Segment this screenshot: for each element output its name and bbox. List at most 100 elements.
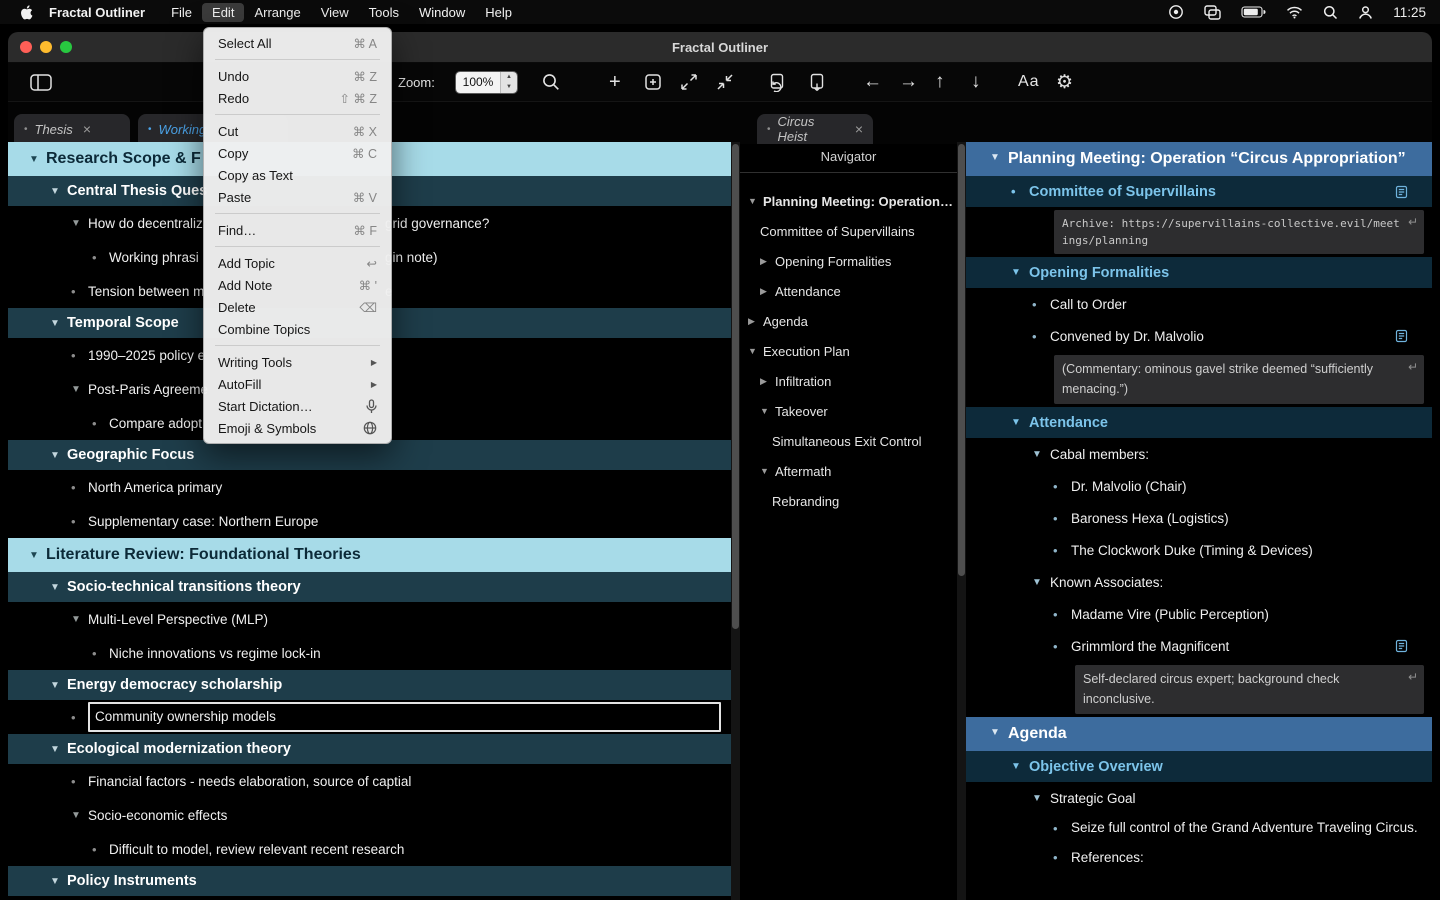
copy-topic-icon[interactable] <box>768 63 786 101</box>
menubar-item-tools[interactable]: Tools <box>359 3 409 22</box>
outline-topic[interactable]: •Baroness Hexa (Logistics) <box>966 502 1432 534</box>
disclosure-triangle-icon[interactable]: ▼ <box>50 318 67 329</box>
outline-note-row[interactable]: Self-declared circus expert; background … <box>966 662 1432 717</box>
close-tab-icon[interactable]: × <box>855 121 863 137</box>
navigator-item-attendance[interactable]: ▶Attendance <box>740 276 957 306</box>
note[interactable]: (Commentary: ominous gavel strike deemed… <box>1054 355 1424 404</box>
disclosure-triangle-icon[interactable]: ▼ <box>29 550 46 561</box>
menu-item-select-all[interactable]: Select All⌘ A <box>209 32 386 54</box>
outline-topic[interactable]: •Call to Order <box>966 288 1432 320</box>
outline-topic[interactable]: ▼Cabal members: <box>966 438 1432 470</box>
menu-item-undo[interactable]: Undo⌘ Z <box>209 65 386 87</box>
wifi-icon[interactable] <box>1286 6 1303 19</box>
outline-heading[interactable]: ▼Objective Overview <box>966 751 1432 782</box>
disclosure-triangle-icon[interactable]: ▼ <box>1032 577 1050 588</box>
outline-topic[interactable]: •Community ownership models <box>8 700 731 734</box>
menu-item-add-topic[interactable]: Add Topic↩ <box>209 252 386 274</box>
menu-item-find[interactable]: Find…⌘ F <box>209 219 386 241</box>
menu-item-paste[interactable]: Paste⌘ V <box>209 186 386 208</box>
menubar-item-view[interactable]: View <box>311 3 359 22</box>
disclosure-triangle-icon[interactable]: ▼ <box>748 196 763 206</box>
paste-topic-icon[interactable] <box>808 63 826 101</box>
menu-item-combine-topics[interactable]: Combine Topics <box>209 318 386 340</box>
menu-item-delete[interactable]: Delete⌫ <box>209 296 386 318</box>
navigator-item-simultaneous-exit-control[interactable]: Simultaneous Exit Control <box>740 426 957 456</box>
disclosure-triangle-icon[interactable]: ▼ <box>1011 417 1029 428</box>
navigator-item-rebranding[interactable]: Rebranding <box>740 486 957 516</box>
menu-item-redo[interactable]: Redo⇧ ⌘ Z <box>209 87 386 109</box>
menubar-app-name[interactable]: Fractal Outliner <box>39 3 155 22</box>
stage-manager-icon[interactable] <box>1204 5 1221 20</box>
disclosure-triangle-icon[interactable]: ▼ <box>71 614 88 625</box>
indent-icon[interactable]: → <box>899 63 918 101</box>
zoom-stepper[interactable]: 100% ▲▼ <box>455 63 518 101</box>
outline-topic[interactable]: •Niche innovations vs regime lock-in <box>8 636 731 670</box>
disclosure-triangle-icon[interactable]: ▼ <box>760 406 775 416</box>
menu-item-cut[interactable]: Cut⌘ X <box>209 120 386 142</box>
note[interactable]: Archive: https://supervillains-collectiv… <box>1054 210 1424 254</box>
settings-gear-icon[interactable]: ⚙ <box>1056 63 1073 101</box>
outline-heading[interactable]: ▼Socio-technical transitions theory <box>8 572 731 602</box>
menu-item-add-note[interactable]: Add Note⌘ ' <box>209 274 386 296</box>
disclosure-triangle-icon[interactable]: ▶ <box>760 256 775 267</box>
disclosure-triangle-icon[interactable]: ▶ <box>760 286 775 297</box>
outline-heading[interactable]: ▼Policy Instruments <box>8 866 731 896</box>
disclosure-triangle-icon[interactable]: ▼ <box>71 384 88 395</box>
text-format-button[interactable]: Aa <box>1018 63 1040 101</box>
disclosure-triangle-icon[interactable]: ▼ <box>990 727 1008 738</box>
outline-topic[interactable]: ▼Strategic Goal <box>966 782 1432 814</box>
outline-heading[interactable]: ▼Literature Review: Foundational Theorie… <box>8 538 731 572</box>
navigator-item-committee-of-supervillains[interactable]: Committee of Supervillains <box>740 216 957 246</box>
scrollbar-thumb[interactable] <box>732 144 739 629</box>
outline-topic[interactable]: •Grimmlord the Magnificent <box>966 630 1432 662</box>
outline-heading[interactable]: ▼Geographic Focus <box>8 440 731 470</box>
zoom-stepper-buttons[interactable]: ▲▼ <box>500 72 517 93</box>
spotlight-icon[interactable] <box>1323 5 1338 20</box>
disclosure-triangle-icon[interactable]: ▼ <box>50 744 67 755</box>
disclosure-triangle-icon[interactable]: ▼ <box>50 680 67 691</box>
search-icon[interactable] <box>542 63 560 101</box>
outline-topic[interactable]: •Supplementary case: Northern Europe <box>8 504 731 538</box>
disclosure-triangle-icon[interactable]: ▼ <box>1032 449 1050 460</box>
navigator-item-takeover[interactable]: ▼Takeover <box>740 396 957 426</box>
outline-heading[interactable]: ▼Energy democracy scholarship <box>8 670 731 700</box>
disclosure-triangle-icon[interactable]: ▼ <box>29 154 46 165</box>
outline-topic[interactable]: •North America primary <box>8 470 731 504</box>
disclosure-triangle-icon[interactable]: ▼ <box>50 450 67 461</box>
menu-item-copy[interactable]: Copy⌘ C <box>209 142 386 164</box>
outline-heading[interactable]: ▼Opening Formalities <box>966 257 1432 288</box>
minimize-window-button[interactable] <box>40 41 52 53</box>
scrollbar-left[interactable] <box>731 142 740 900</box>
outline-heading[interactable]: ▼Agenda <box>966 717 1432 751</box>
outline-topic[interactable]: •Financial factors - needs elaboration, … <box>8 764 731 798</box>
outline-topic[interactable]: •Difficult to model, review relevant rec… <box>8 832 731 866</box>
outline-topic[interactable]: ▼Socio-economic effects <box>8 798 731 832</box>
disclosure-triangle-icon[interactable]: ▼ <box>1011 761 1029 772</box>
outline-heading[interactable]: •Committee of Supervillains <box>966 176 1432 207</box>
sidebar-toggle-icon[interactable] <box>30 63 52 101</box>
menubar-item-edit[interactable]: Edit <box>202 3 244 22</box>
note-document-icon[interactable] <box>1395 330 1408 343</box>
menu-item-copy-as-text[interactable]: Copy as Text <box>209 164 386 186</box>
move-down-icon[interactable]: ↓ <box>971 63 981 101</box>
add-topic-icon[interactable]: + <box>609 63 621 101</box>
battery-icon[interactable] <box>1241 6 1266 18</box>
outline-topic[interactable]: •The Clockwork Duke (Timing & Devices) <box>966 534 1432 566</box>
tab-thesis[interactable]: • Thesis × <box>14 114 130 144</box>
disclosure-triangle-icon[interactable]: ▼ <box>50 876 67 887</box>
outline-topic[interactable]: ▼Multi-Level Perspective (MLP) <box>8 602 731 636</box>
user-switch-icon[interactable] <box>1358 5 1373 20</box>
outline-topic[interactable]: •Dr. Malvolio (Chair) <box>966 470 1432 502</box>
disclosure-triangle-icon[interactable]: ▼ <box>71 218 88 229</box>
note-document-icon[interactable] <box>1395 185 1408 198</box>
disclosure-triangle-icon[interactable]: ▼ <box>748 346 763 356</box>
menu-item-emoji-symbols[interactable]: Emoji & Symbols <box>209 417 386 439</box>
outline-topic[interactable]: ▼Known Associates: <box>966 566 1432 598</box>
navigator-item-infiltration[interactable]: ▶Infiltration <box>740 366 957 396</box>
topic-edit-field[interactable]: Community ownership models <box>88 702 721 732</box>
menubar-item-file[interactable]: File <box>161 3 202 22</box>
outline-heading[interactable]: ▼Planning Meeting: Operation “Circus App… <box>966 142 1432 176</box>
menu-item-writing-tools[interactable]: Writing Tools▶ <box>209 351 386 373</box>
disclosure-triangle-icon[interactable]: ▼ <box>71 810 88 821</box>
menubar-item-help[interactable]: Help <box>475 3 522 22</box>
